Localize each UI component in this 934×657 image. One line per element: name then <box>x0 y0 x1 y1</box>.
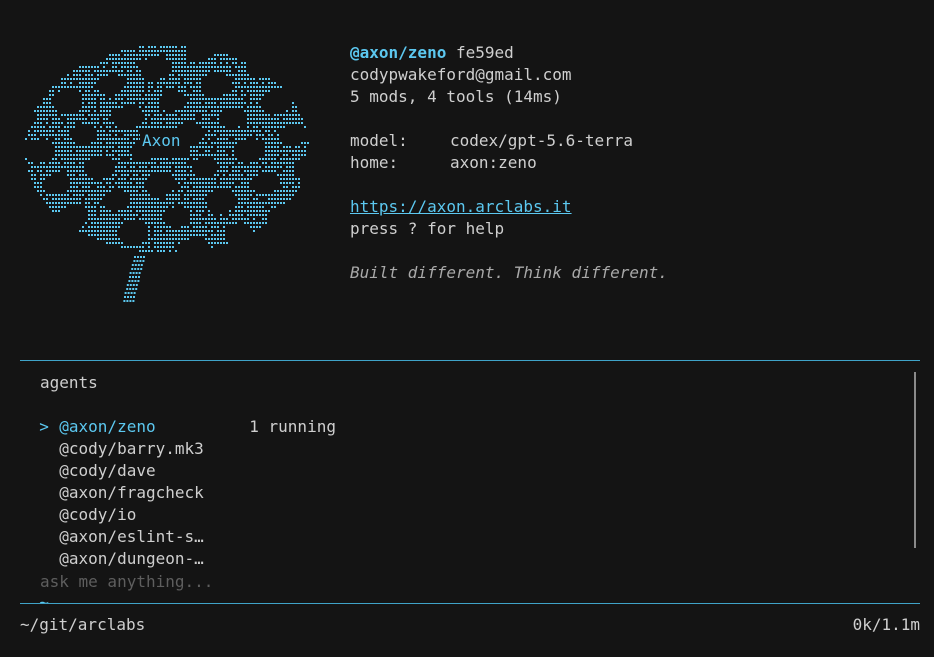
bottom-divider <box>20 603 920 604</box>
agents-scrollbar[interactable] <box>914 372 916 548</box>
user-email: codypwakeford@gmail.com <box>350 65 572 84</box>
help-hint: press ? for help <box>350 219 505 238</box>
home-value: axon:zeno <box>450 153 537 172</box>
homepage-link[interactable]: https://axon.arclabs.it <box>350 197 572 216</box>
identity-line: @axon/zeno fe59ed <box>350 42 514 64</box>
home-label: home: <box>350 153 399 172</box>
working-directory: ~/git/arclabs <box>20 615 146 634</box>
context-usage: 0k/1.1m <box>852 615 920 634</box>
tagline: Built different. Think different. <box>350 263 668 282</box>
agent-handle: @axon/zeno <box>350 43 447 62</box>
agent-list-item[interactable]: @axon/dungeon-… <box>20 526 249 570</box>
brain-logo-label: Axon <box>140 130 183 152</box>
commit-hash: fe59ed <box>455 43 514 62</box>
model-label: model: <box>350 131 408 150</box>
load-stats: 5 mods, 4 tools (14ms) <box>350 87 562 106</box>
top-divider <box>20 360 920 361</box>
model-line: model: codex/gpt-5.6-terra <box>350 130 633 152</box>
prompt-input[interactable] <box>40 570 920 592</box>
agents-header: agents <box>40 373 98 392</box>
agent-status: 1 running <box>249 417 336 436</box>
home-line: home: axon:zeno <box>350 152 537 174</box>
agent-name: @axon/dungeon-… <box>59 549 204 568</box>
model-value: codex/gpt-5.6-terra <box>450 131 634 150</box>
brain-logo-art <box>25 46 309 302</box>
